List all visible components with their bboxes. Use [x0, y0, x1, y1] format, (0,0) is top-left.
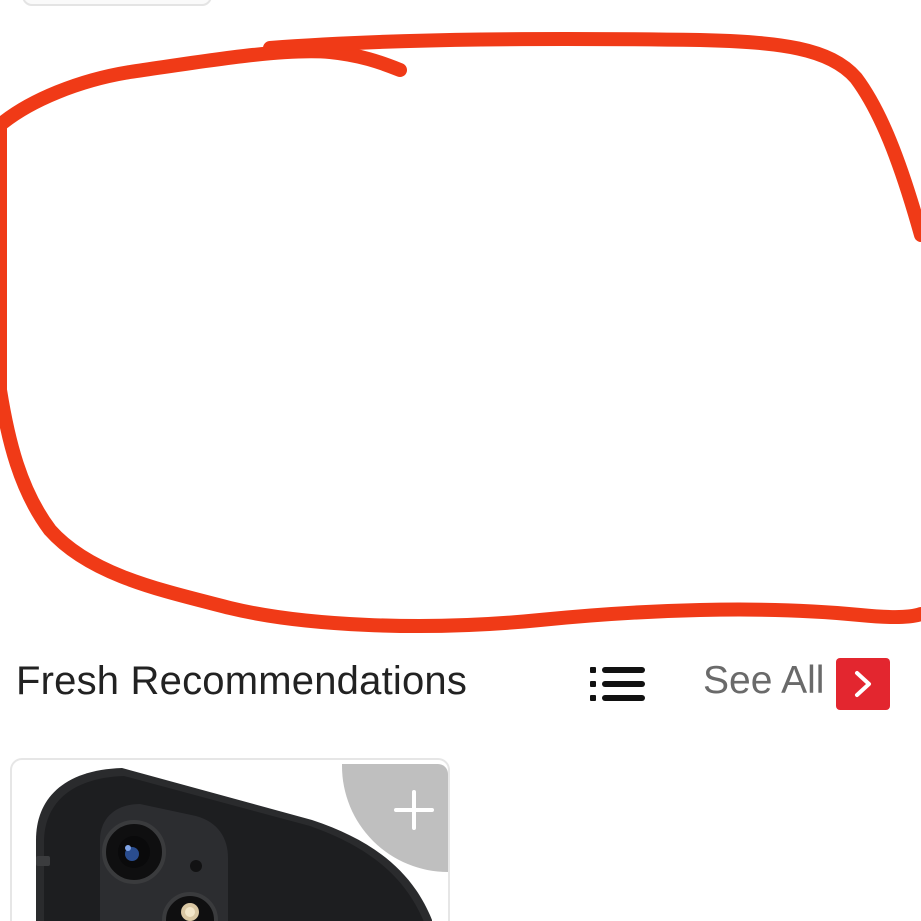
fresh-recommendations-header: Fresh Recommendations See All	[0, 645, 921, 725]
plus-icon	[394, 790, 434, 830]
page: Fresh Recommendations See All	[0, 0, 921, 921]
product-card[interactable]	[10, 758, 450, 921]
section-title: Fresh Recommendations	[16, 659, 468, 703]
list-view-icon[interactable]	[586, 667, 648, 701]
chevron-right-icon	[836, 658, 890, 710]
see-all-arrow-button[interactable]	[836, 658, 890, 710]
see-all-link[interactable]: See All	[703, 659, 824, 703]
top-tab-edge[interactable]	[22, 0, 212, 6]
